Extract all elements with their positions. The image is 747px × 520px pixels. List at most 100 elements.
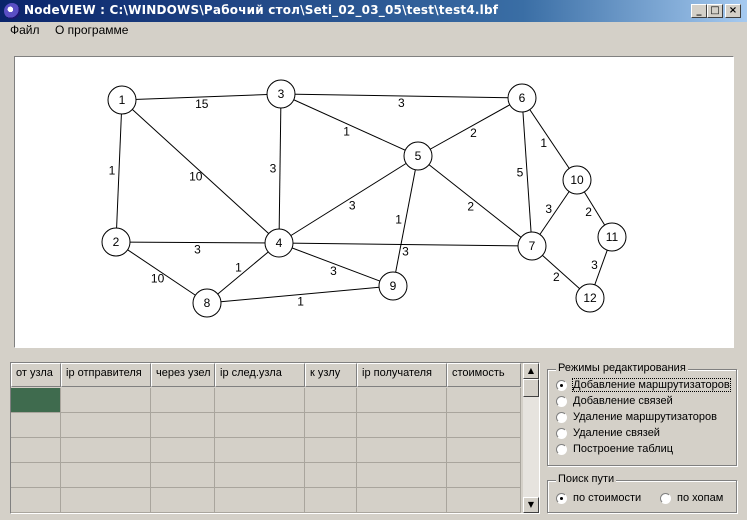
scroll-down-arrow-icon[interactable]: ▼ [523,497,539,513]
table-cell[interactable] [151,413,215,438]
radio-delete-links-button[interactable] [556,428,567,439]
table-cell[interactable] [61,388,151,413]
radio-build-tables-button[interactable] [556,444,567,455]
edge-weight-8-9: 1 [297,294,304,308]
table-cell[interactable] [61,413,151,438]
table-cell[interactable] [151,488,215,513]
table-cell[interactable] [11,488,61,513]
table-cell[interactable] [151,463,215,488]
table-cell[interactable] [447,488,521,513]
table-cell[interactable] [447,463,521,488]
column-header[interactable]: ip отправителя [61,363,151,387]
table-cell[interactable] [305,463,357,488]
radio-by-cost-button[interactable] [556,493,567,504]
network-graph[interactable]: 151 1031331033311122513 223123456789101112 [15,57,733,347]
table-cell[interactable] [215,438,305,463]
table-cell[interactable] [11,413,61,438]
router-node-12[interactable]: 12 [575,283,605,313]
router-node-4[interactable]: 4 [264,228,294,258]
column-header[interactable]: через узел [151,363,215,387]
menu-file[interactable]: Файл [10,23,40,37]
graph-canvas[interactable]: 15 1 10 3 1 3 3 10 3 3 3 1 1 1 2 2 5 1 3 2 2 3 1 2 3 4 5 6 7 8 9 10 11 12 [14,56,734,348]
radio-delete-routers-label[interactable]: Удаление маршрутизаторов [573,411,717,423]
title-bar[interactable]: NodeVIEW : C:\WINDOWS\Рабочий стол\Seti_… [0,0,747,22]
table-cell[interactable] [11,463,61,488]
router-node-8[interactable]: 8 [192,288,222,318]
router-node-label: 11 [606,230,619,244]
edge-1-2[interactable] [115,99,123,243]
edge-weight-1-3: 15 [195,97,209,111]
column-header[interactable]: ip получателя [357,363,447,387]
table-cell[interactable] [305,488,357,513]
router-node-7[interactable]: 7 [517,231,547,261]
radio-delete-routers-button[interactable] [556,412,567,423]
menu-about[interactable]: О программе [55,23,128,37]
maximize-button[interactable]: □ [707,4,723,18]
radio-by-cost-label[interactable]: по стоимости [573,492,641,504]
table-cell[interactable] [215,463,305,488]
router-node-9[interactable]: 9 [378,271,408,301]
edge-weight-10-11: 2 [585,205,592,219]
column-header[interactable]: от узла [11,363,61,387]
column-header[interactable]: к узлу [305,363,357,387]
edge-6-10[interactable] [521,97,578,181]
radio-build-tables-label[interactable]: Построение таблиц [573,443,673,455]
table-cell[interactable] [11,388,61,413]
minimize-button[interactable]: _ [691,4,707,18]
column-header[interactable]: стоимость [447,363,521,387]
vertical-scrollbar[interactable]: ▲ ▼ [523,363,539,513]
edge-3-4[interactable] [278,93,282,244]
edge-weight-7-12: 2 [553,270,560,284]
table-cell[interactable] [357,388,447,413]
radio-delete-links-label[interactable]: Удаление связей [573,427,660,439]
table-cell[interactable] [357,488,447,513]
edge-weight-3-5: 1 [343,124,350,138]
column-header[interactable]: ip след.узла [215,363,305,387]
table-cell[interactable] [447,438,521,463]
edge-weight-4-7: 3 [402,244,409,258]
table-cell[interactable] [357,463,447,488]
router-node-6[interactable]: 6 [507,83,537,113]
table-cell[interactable] [305,388,357,413]
table-cell[interactable] [215,388,305,413]
router-node-5[interactable]: 5 [403,141,433,171]
table-cell[interactable] [305,413,357,438]
table-cell[interactable] [305,438,357,463]
table-cell[interactable] [61,438,151,463]
table-cell[interactable] [61,488,151,513]
router-node-1[interactable]: 1 [107,85,137,115]
router-node-10[interactable]: 10 [562,165,592,195]
edge-5-7[interactable] [417,155,533,247]
table-cell[interactable] [215,488,305,513]
router-node-2[interactable]: 2 [101,227,131,257]
app-icon [4,3,20,19]
table-cell[interactable] [357,413,447,438]
radio-add-links-label[interactable]: Добавление связей [573,395,673,407]
edge-weight-11-12: 3 [591,258,598,272]
radio-add-links-button[interactable] [556,396,567,407]
table-cell[interactable] [61,463,151,488]
close-button[interactable]: × [725,4,741,18]
radio-add-routers-button[interactable] [556,380,567,391]
table-cell[interactable] [447,413,521,438]
table-cell[interactable] [11,438,61,463]
edge-weight-1-2: 1 [109,164,116,178]
edge-weight-6-10: 1 [540,136,547,150]
radio-add-routers-label[interactable]: Добавление маршрутизаторов [572,378,731,392]
radio-by-hops-label[interactable]: по хопам [677,492,723,504]
router-node-11[interactable]: 11 [597,222,627,252]
table-cell[interactable] [447,388,521,413]
table-cell[interactable] [215,413,305,438]
table-cell[interactable] [151,438,215,463]
radio-by-hops-button[interactable] [660,493,671,504]
edge-weight-4-8: 1 [235,261,242,275]
scroll-up-arrow-icon[interactable]: ▲ [523,363,539,379]
edge-weight-10-7: 3 [545,202,552,216]
table-cell[interactable] [357,438,447,463]
table-cell[interactable] [151,388,215,413]
router-node-3[interactable]: 3 [266,79,296,109]
scroll-thumb[interactable] [523,379,539,397]
routing-table[interactable]: от узла ip отправителя через узел ip след.у… [10,362,540,514]
edge-weight-5-6: 2 [470,126,477,140]
edge-6-7[interactable] [521,97,533,247]
